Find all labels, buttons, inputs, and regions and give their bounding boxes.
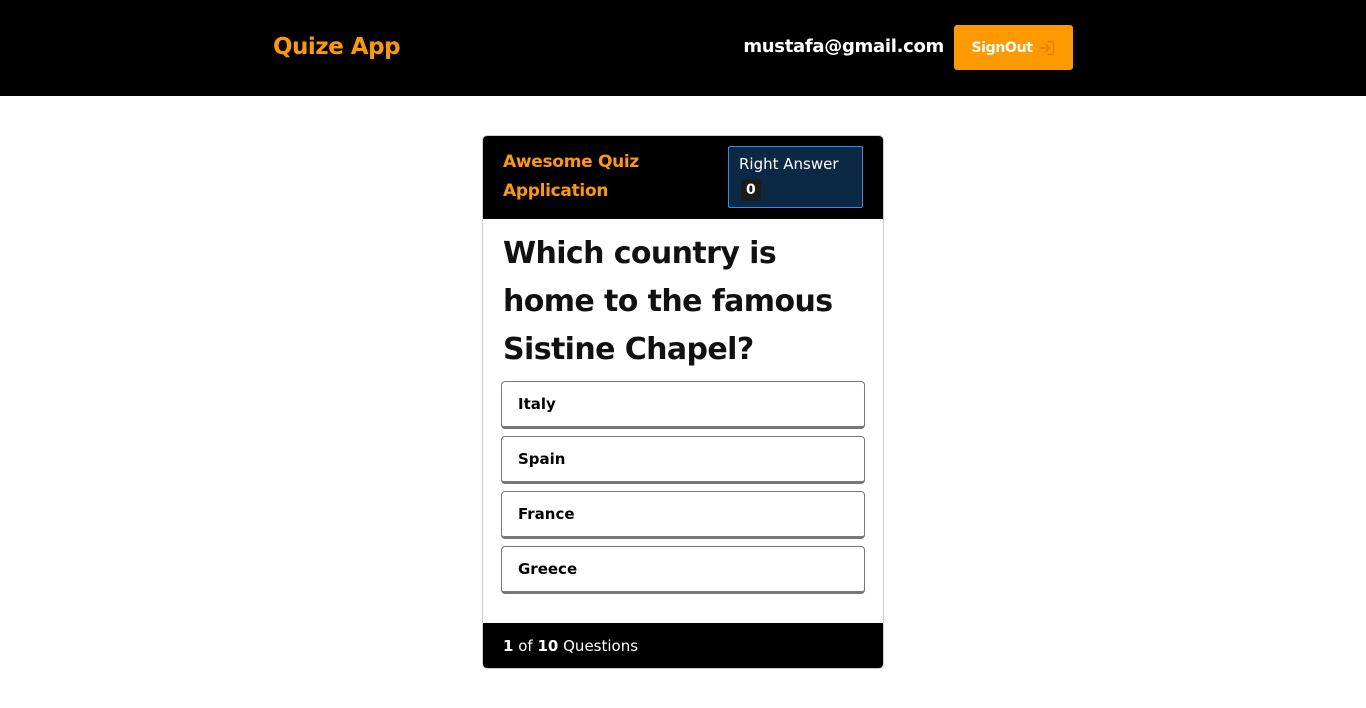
progress-of: of xyxy=(518,637,533,655)
answer-option-france[interactable]: France xyxy=(501,491,865,539)
answer-option-greece[interactable]: Greece xyxy=(501,546,865,594)
navbar: Quize App mustafa@gmail.com SignOut xyxy=(0,0,1366,96)
score-label: Right Answer xyxy=(739,155,839,173)
user-email: mustafa@gmail.com xyxy=(743,36,944,57)
quiz-card: Awesome Quiz Application Right Answer 0 … xyxy=(482,135,884,669)
signout-button[interactable]: SignOut xyxy=(954,25,1073,70)
brand-logo-text[interactable]: Quize App xyxy=(273,31,401,63)
question-progress: 1 of 10 Questions xyxy=(483,623,883,668)
answer-option-spain[interactable]: Spain xyxy=(501,436,865,484)
quiz-title: Awesome Quiz Application xyxy=(503,152,640,201)
score-count-badge: 0 xyxy=(741,179,761,201)
answer-option-italy[interactable]: Italy xyxy=(501,381,865,429)
progress-total: 10 xyxy=(537,637,559,655)
question-text: Which country is home to the famous Sist… xyxy=(503,236,833,367)
quiz-card-header: Awesome Quiz Application Right Answer 0 xyxy=(483,136,883,219)
signout-label: SignOut xyxy=(971,39,1033,56)
progress-suffix: Questions xyxy=(563,637,639,655)
answer-options: Italy Spain France Greece xyxy=(501,381,865,601)
progress-current: 1 xyxy=(503,637,514,655)
score-box: Right Answer 0 xyxy=(728,146,863,208)
sign-in-arrow-icon xyxy=(1038,39,1056,57)
